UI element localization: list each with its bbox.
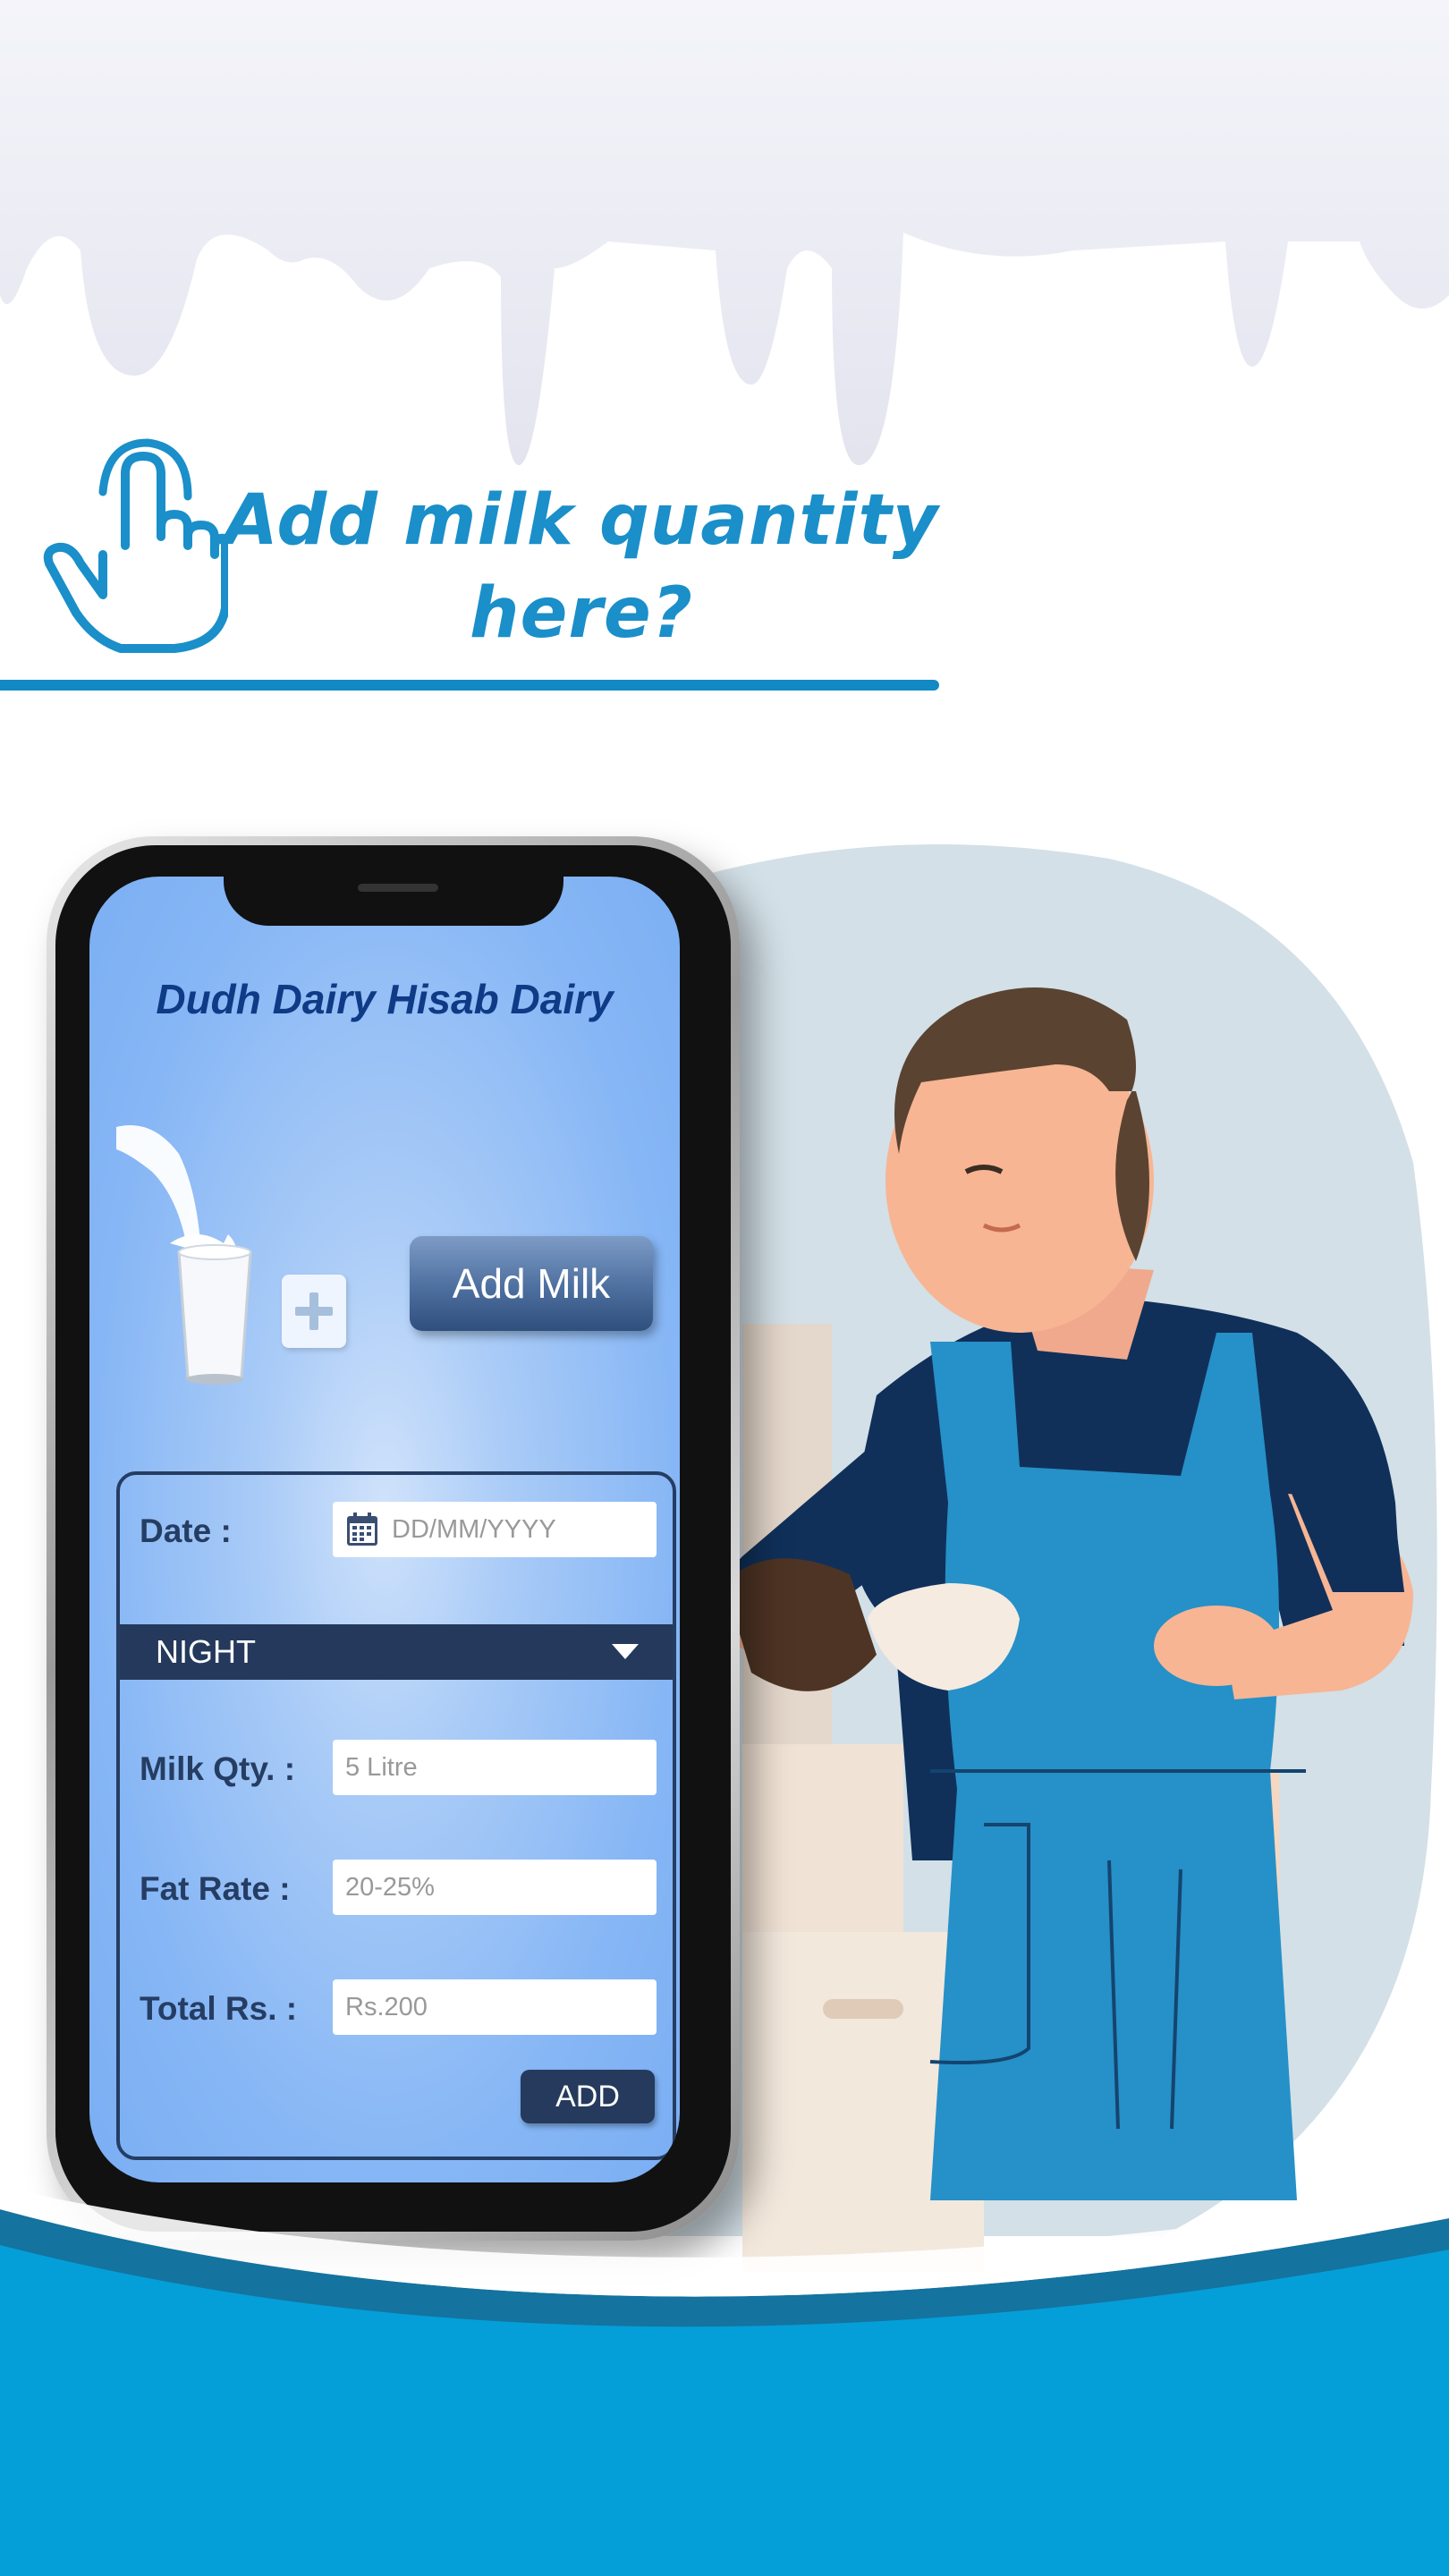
shift-value: NIGHT <box>156 1633 256 1670</box>
chevron-down-icon <box>612 1644 639 1659</box>
headline: Add milk quantity here? <box>206 474 957 660</box>
fat-rate-field[interactable]: 20-25% <box>333 1860 657 1915</box>
shift-select[interactable]: NIGHT <box>120 1624 673 1680</box>
milk-drip-background <box>0 0 1449 465</box>
date-label: Date : <box>140 1513 232 1549</box>
hand-pointer-icon <box>43 438 228 653</box>
calendar-icon <box>347 1513 377 1546</box>
fat-rate-placeholder: 20-25% <box>345 1872 435 1902</box>
milk-qty-placeholder: 5 Litre <box>345 1752 418 1782</box>
speaker-slot <box>358 884 438 892</box>
headline-line-2: here? <box>469 573 694 654</box>
add-milk-button[interactable]: Add Milk <box>410 1236 653 1331</box>
barista-illustration <box>716 987 1413 2200</box>
milk-entry-form: Date : DD/MM/YYYY NIGHT Milk Qty.: 5 Li… <box>116 1471 676 2160</box>
milk-glass-image <box>116 1125 252 1385</box>
total-field[interactable]: Rs.200 <box>333 1979 657 2035</box>
headline-line-1: Add milk quantity <box>224 480 939 561</box>
add-button[interactable]: ADD <box>521 2070 655 2123</box>
fat-rate-label: Fat Rate : <box>140 1870 291 1907</box>
headline-underline <box>0 680 939 691</box>
add-icon-box[interactable] <box>282 1275 346 1348</box>
phone-mockup: Dudh Dairy Hisab Dairy Add Milk Date : D… <box>47 836 740 2241</box>
bottom-wave <box>0 2187 1449 2576</box>
phone-notch <box>224 877 564 926</box>
total-label: Total Rs. : <box>140 1990 298 2027</box>
milk-qty-field[interactable]: 5 Litre <box>333 1740 657 1795</box>
date-placeholder: DD/MM/YYYY <box>392 1514 556 1544</box>
phone-screen: Dudh Dairy Hisab Dairy Add Milk Date : D… <box>89 877 680 2182</box>
plus-icon <box>295 1292 333 1330</box>
milk-qty-label: Milk Qty. : <box>140 1750 296 1787</box>
total-placeholder: Rs.200 <box>345 1992 428 2021</box>
date-field[interactable]: DD/MM/YYYY <box>333 1502 657 1557</box>
app-title: Dudh Dairy Hisab Dairy <box>156 976 614 1022</box>
promo-page: Add milk quantity here? Dudh Dairy Hisab… <box>0 0 1449 2576</box>
